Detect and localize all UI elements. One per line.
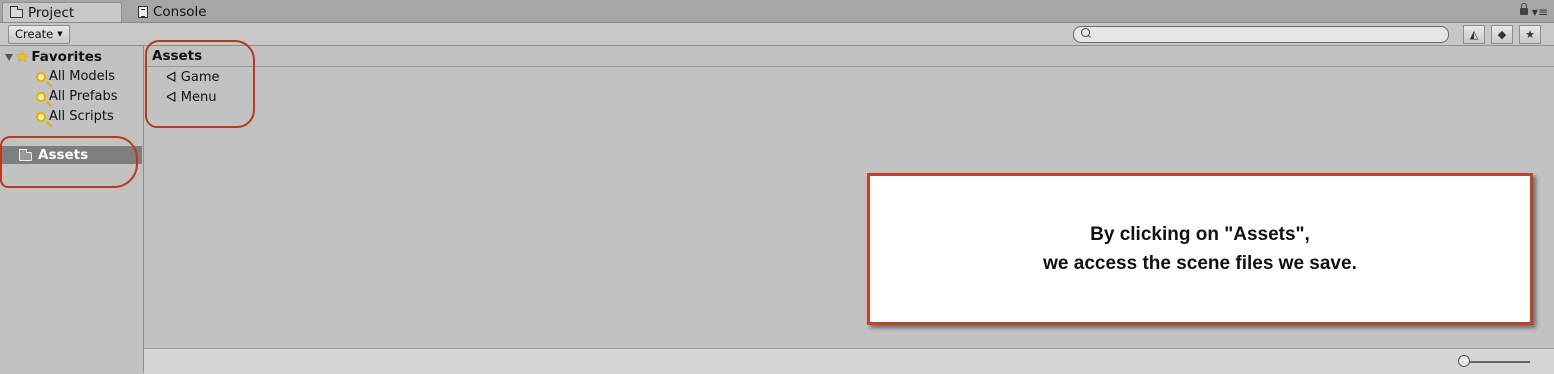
tab-bar: Project Console ▾≡ (0, 0, 1554, 23)
search-icon (36, 111, 46, 122)
annotation-callout: By clicking on "Assets", we access the s… (867, 173, 1533, 325)
folder-tree-panel: ★ Favorites All Models All Prefabs All S… (0, 46, 144, 373)
favorite-all-models[interactable]: All Models (36, 69, 115, 84)
favorite-label: All Models (49, 69, 116, 84)
favorite-all-prefabs[interactable]: All Prefabs (36, 89, 118, 104)
icon-size-slider-handle[interactable] (1458, 355, 1470, 367)
favorite-label: All Scripts (49, 109, 114, 124)
callout-line-1: By clicking on "Assets", (1090, 224, 1310, 245)
favorites-header[interactable]: ★ Favorites (5, 49, 102, 65)
favorites-label: Favorites (31, 49, 102, 65)
console-icon (138, 6, 148, 18)
tab-project[interactable]: Project (2, 2, 122, 22)
tab-console-label: Console (153, 4, 207, 20)
favorite-label: All Prefabs (49, 89, 118, 104)
callout-line-2: we access the scene files we save. (1043, 253, 1357, 274)
lock-icon[interactable] (1520, 3, 1528, 15)
icon-size-slider-track[interactable] (1464, 361, 1530, 363)
breadcrumb: Assets (144, 46, 1554, 67)
status-bar (144, 348, 1554, 374)
panel-menu-icon[interactable]: ▾≡ (1532, 6, 1548, 18)
tab-console[interactable]: Console (136, 2, 207, 22)
favorite-all-scripts[interactable]: All Scripts (36, 109, 114, 124)
callout-text: By clicking on "Assets", we access the s… (1043, 220, 1357, 278)
filter-by-label-button[interactable]: ◆ (1491, 25, 1513, 44)
expand-triangle-icon[interactable] (5, 53, 13, 61)
annotation-highlight-scenes (145, 40, 255, 128)
search-icon (1081, 28, 1090, 37)
star-icon: ★ (1525, 28, 1535, 41)
search-icon (36, 91, 46, 102)
star-icon: ★ (15, 47, 30, 66)
filter-by-type-button[interactable]: ◭ (1463, 25, 1485, 44)
filter-type-icon: ◭ (1469, 28, 1479, 41)
tag-icon: ◆ (1497, 28, 1507, 41)
search-icon (36, 71, 46, 82)
tab-project-label: Project (28, 4, 75, 21)
create-button-label: Create (15, 27, 54, 41)
save-search-button[interactable]: ★ (1519, 25, 1541, 44)
dropdown-caret-icon: ▼ (57, 30, 63, 38)
annotation-highlight-assets (0, 136, 138, 188)
folder-icon (10, 6, 23, 18)
search-input[interactable] (1073, 26, 1449, 43)
create-button[interactable]: Create ▼ (8, 25, 70, 44)
